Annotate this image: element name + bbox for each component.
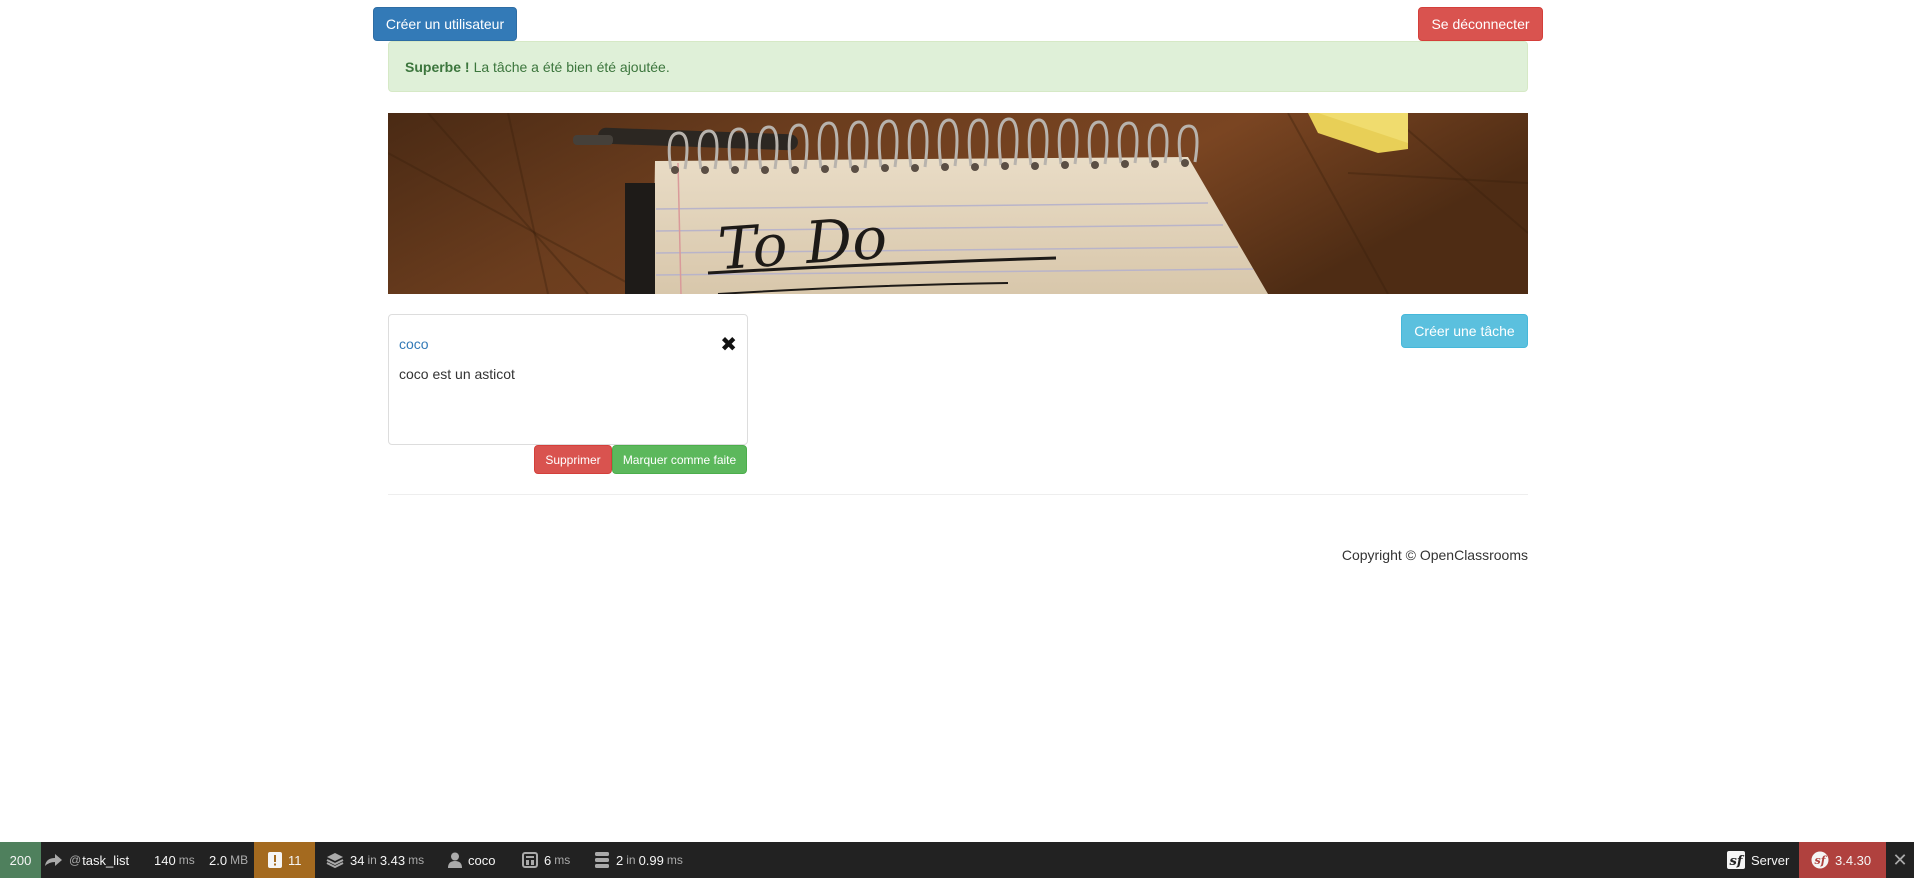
create-user-button[interactable]: Créer un utilisateur [373,7,517,41]
create-task-button[interactable]: Créer une tâche [1401,314,1528,348]
task-description: coco est un asticot [399,366,515,382]
symfony-version: 3.4.30 [1835,852,1872,868]
symfony-debug-toolbar: 200 @ task_list 140 ms 2.0 MB 11 34 in 3… [0,842,1914,878]
mark-done-button[interactable]: Marquer comme faite [612,445,747,474]
cache-in-label: in [626,853,636,867]
times-icon: ✖ [720,332,737,356]
symfony-version-badge[interactable]: sf 3.4.30 [1799,842,1886,878]
security-user[interactable]: coco [448,842,495,878]
symfony-logo-icon: sf [1727,851,1745,869]
task-title-link[interactable]: coco [399,336,429,352]
footer-divider [388,494,1528,495]
alert-message: La tâche a été bien été ajoutée. [473,58,670,75]
twig-time: 6 [544,852,552,868]
db-time: 3.43 [379,852,406,868]
task-card: coco ✖ coco est un asticot [388,314,748,445]
success-alert: Superbe ! La tâche a été bien été ajouté… [388,41,1528,92]
server-stack-icon [594,851,610,869]
db-time-unit: ms [408,853,425,867]
status-code: 200 [9,852,32,868]
logout-button[interactable]: Se déconnecter [1418,7,1543,41]
user-name: coco [468,852,496,868]
cache-time-unit: ms [666,853,683,867]
doctrine-queries[interactable]: 34 in 3.43 ms [326,842,424,878]
twig-render-time[interactable]: 6 ms [522,842,570,878]
user-icon [448,852,462,868]
time-value: 140 [154,852,176,868]
close-icon[interactable]: ✕ [1886,842,1914,878]
memory-unit: MB [230,853,249,867]
db-in-label: in [367,853,377,867]
time-unit: ms [178,853,195,867]
logs-count: 11 [288,852,302,868]
server-label: Server [1751,852,1790,868]
cache-calls[interactable]: 2 in 0.99 ms [594,842,683,878]
cache-time: 0.99 [638,852,664,868]
alert-strong-text: Superbe ! [405,58,470,75]
request-time[interactable]: 140 ms [154,842,195,878]
logs-badge[interactable]: 11 [254,842,315,878]
twig-time-unit: ms [554,853,571,867]
memory-value: 2.0 [209,852,228,868]
status-code-badge[interactable]: 200 [0,842,41,878]
warning-icon [268,852,282,868]
database-layers-icon [326,851,344,869]
db-query-count: 34 [350,852,365,868]
route-name: task_list [82,852,130,868]
copyright-text: Copyright © OpenClassrooms [1341,547,1528,563]
cache-call-count: 2 [616,852,624,868]
server-info[interactable]: sf Server [1717,842,1797,878]
memory-usage[interactable]: 2.0 MB [209,842,248,878]
symfony-circle-logo-icon: sf [1811,851,1829,869]
template-icon [522,852,538,868]
todo-banner-image: To Do [388,113,1528,294]
delete-task-button[interactable]: Supprimer [534,445,612,474]
redirect-arrow-icon [43,852,63,868]
route-prefix: @ [69,853,82,867]
route-info[interactable]: @ task_list [43,842,129,878]
